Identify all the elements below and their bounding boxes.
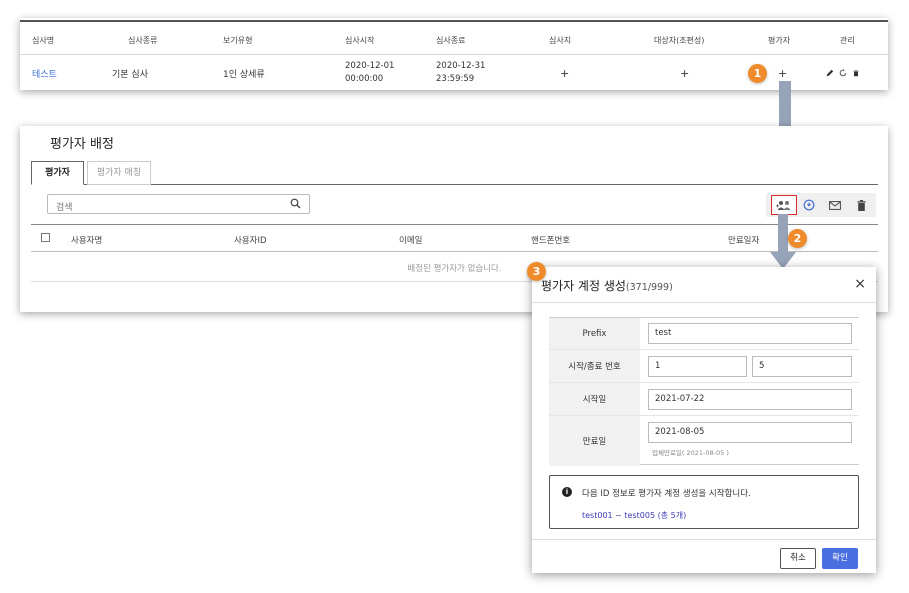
- table-top-border: [20, 20, 888, 22]
- header-divider: [20, 54, 888, 55]
- account-form: Prefix test 시작/종료 번호 1 5 시작일 2021-07-22 …: [549, 317, 859, 466]
- range-label: 시작/종료 번호: [549, 350, 640, 382]
- cancel-button[interactable]: 취소: [780, 548, 816, 569]
- step-badge-3: 3: [527, 262, 546, 281]
- modal-header: 평가자 계정 생성(371/999) ×: [532, 267, 876, 303]
- modal-title-wrap: 평가자 계정 생성(371/999): [541, 277, 673, 294]
- col-header-evaluator: 평가자: [768, 35, 791, 45]
- close-icon[interactable]: ×: [854, 276, 866, 292]
- review-start: 2020-12-01 00:00:00: [345, 60, 394, 86]
- evaluator-table-header: 사용자명 사용자ID 이메일 핸드폰번호 만료일자: [31, 224, 878, 252]
- col-header-expire: 만료일자: [728, 236, 760, 246]
- info-box: i 다음 ID 정보로 평가자 계정 생성을 시작합니다. test001 ~ …: [549, 475, 859, 529]
- id-range-text: test001 ~ test005 (총 5개): [582, 511, 687, 520]
- start-date-label: 시작일: [549, 383, 640, 415]
- mail-icon: [829, 200, 841, 210]
- modal-title: 평가자 계정 생성: [541, 279, 626, 293]
- info-icon: i: [562, 487, 572, 497]
- step-badge-1: 1: [748, 64, 767, 83]
- col-header-name: 심사명: [32, 35, 55, 45]
- info-message: 다음 ID 정보로 평가자 계정 생성을 시작합니다.: [582, 489, 751, 499]
- trash-icon[interactable]: [852, 69, 860, 77]
- tab-evaluator[interactable]: 평가자: [31, 161, 84, 185]
- add-target-button[interactable]: +: [680, 67, 689, 80]
- create-account-button[interactable]: [771, 195, 797, 215]
- col-header-manage: 관리: [840, 35, 855, 45]
- review-start-date: 2020-12-01: [345, 61, 395, 71]
- review-view-type: 1인 상세류: [223, 69, 265, 80]
- review-end-date: 2020-12-31: [436, 61, 486, 71]
- col-header-type: 심사종류: [128, 35, 158, 45]
- pencil-icon[interactable]: [826, 69, 834, 77]
- add-evaluator-button[interactable]: +: [778, 67, 787, 80]
- select-all-checkbox[interactable]: [41, 233, 50, 242]
- review-start-time: 00:00:00: [345, 74, 384, 84]
- expire-help-text: 업체만료일( 2021-08-05 ): [652, 449, 729, 457]
- col-header-view-type: 보기유형: [223, 35, 253, 45]
- search-icon[interactable]: [290, 198, 301, 209]
- confirm-button[interactable]: 확인: [822, 548, 858, 569]
- review-type: 기본 심사: [112, 69, 148, 80]
- col-header-end: 심사종료: [436, 35, 466, 45]
- review-end-time: 23:59:59: [436, 74, 475, 84]
- col-header-user-name: 사용자명: [71, 236, 103, 246]
- col-header-sheet: 심사지: [549, 35, 572, 45]
- col-header-start: 심사시작: [345, 35, 375, 45]
- col-header-email: 이메일: [399, 236, 423, 246]
- col-header-user-id: 사용자ID: [234, 236, 267, 246]
- prefix-field[interactable]: test: [648, 323, 852, 344]
- start-date-field[interactable]: 2021-07-22: [648, 389, 852, 410]
- expire-date-label: 만료일: [549, 416, 640, 466]
- modal-footer: 취소 확인: [532, 539, 876, 573]
- panel-title: 평가자 배정: [50, 137, 114, 152]
- step-badge-2: 2: [788, 229, 807, 248]
- refresh-icon[interactable]: [839, 68, 847, 77]
- form-row-expire-date: 만료일 2021-08-05 업체만료일( 2021-08-05 ): [549, 416, 859, 466]
- review-end: 2020-12-31 23:59:59: [436, 60, 485, 86]
- range-start-field[interactable]: 1: [648, 356, 747, 377]
- manage-actions: [826, 68, 865, 78]
- search-box: [47, 194, 310, 217]
- search-input[interactable]: [48, 199, 278, 217]
- form-row-start-date: 시작일 2021-07-22: [549, 383, 859, 416]
- range-end-field[interactable]: 5: [752, 356, 852, 377]
- form-row-range: 시작/종료 번호 1 5: [549, 350, 859, 383]
- tab-evaluator-matching[interactable]: 평가자 매칭: [87, 161, 151, 185]
- mail-button[interactable]: [822, 195, 848, 215]
- col-header-target: 대상자(조편성): [654, 35, 705, 45]
- form-row-prefix: Prefix test: [549, 318, 859, 350]
- delete-icon: [857, 199, 865, 211]
- add-users-icon: [776, 200, 791, 210]
- sync-button[interactable]: [796, 195, 822, 215]
- add-sheet-button[interactable]: +: [560, 67, 569, 80]
- prefix-label: Prefix: [549, 318, 640, 349]
- expire-date-field[interactable]: 2021-08-05: [648, 422, 852, 443]
- create-evaluator-account-modal: 평가자 계정 생성(371/999) × Prefix test 시작/종료 번…: [532, 267, 876, 573]
- sync-icon: [803, 199, 815, 211]
- review-table-header: 심사명 심사종류 보기유형 심사시작 심사종료 심사지 대상자(조편성) 평가자…: [20, 32, 888, 48]
- tab-baseline: [31, 184, 878, 185]
- col-header-phone: 핸드폰번호: [531, 236, 571, 246]
- review-name-link[interactable]: 테스트: [32, 67, 57, 80]
- modal-account-count: (371/999): [625, 282, 673, 293]
- delete-button[interactable]: [848, 195, 874, 215]
